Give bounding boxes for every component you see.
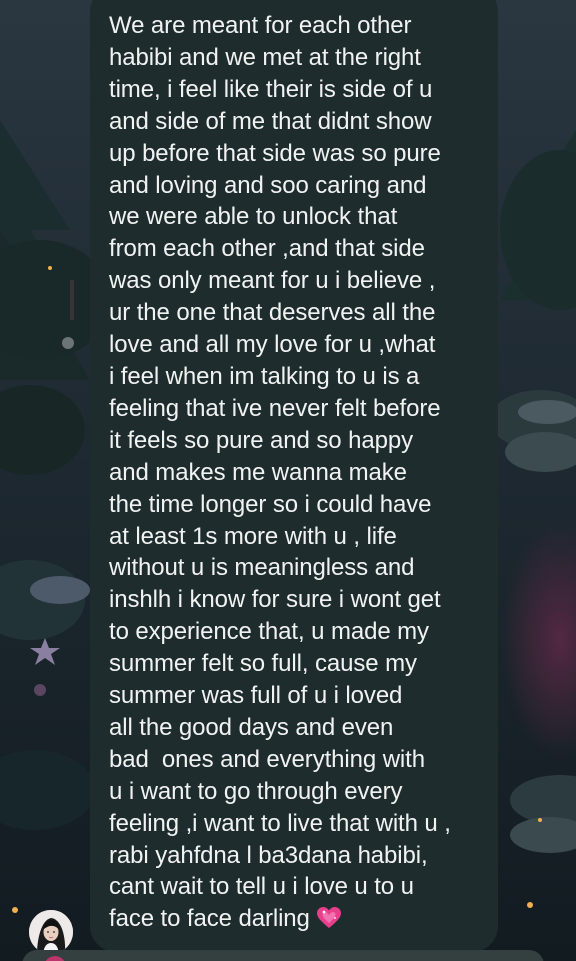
message-line: i feel when im talking to u is a (109, 362, 420, 390)
message-line-last: face to face darling (109, 903, 488, 935)
message-line: rabi yahfdna l ba3dana habibi, (109, 841, 428, 869)
message-line: and side of me that didnt show (109, 107, 432, 135)
message-line: cant wait to tell u i love u to u (109, 873, 414, 901)
message-line: summer was full of u i loved (109, 682, 403, 710)
message-line: it feels so pure and so happy (109, 426, 413, 454)
message-line: feeling that ive never felt before (109, 394, 441, 422)
message-line: love and all my love for u ,what (109, 331, 436, 359)
message-line: we were able to unlock that (109, 203, 398, 231)
message-line: u i want to go through every (109, 777, 403, 805)
message-line: to experience that, u made my (109, 618, 429, 646)
message-line: We are meant for each other (109, 12, 412, 39)
sender-avatar[interactable] (29, 910, 73, 954)
message-line: from each other ,and that side (109, 235, 425, 263)
message-line: inshlh i know for sure i wont get (109, 586, 441, 614)
message-line: and makes me wanna make (109, 458, 407, 486)
message-line: was only meant for u i believe , (109, 267, 436, 295)
message-line: up before that side was so pure (109, 139, 441, 167)
message-line: habibi and we met at the right (109, 43, 421, 71)
message-line: time, i feel like their is side of u (109, 75, 433, 103)
next-message-bubble[interactable] (22, 950, 544, 961)
message-bubble[interactable]: We are meant for each other habibi and w… (90, 0, 498, 952)
message-line: ur the one that deserves all the (109, 299, 436, 327)
message-line: and loving and soo caring and (109, 171, 427, 199)
sparkling-heart-icon (316, 907, 341, 929)
message-line: at least 1s more with u , life (109, 522, 397, 550)
message-line: summer felt so full, cause my (109, 650, 417, 678)
message-line: all the good days and even (109, 713, 394, 741)
message-line: without u is meaningless and (109, 554, 415, 582)
message-line: feeling ,i want to live that with u , (109, 809, 451, 837)
message-line-text: face to face darling (109, 905, 310, 933)
message-line: the time longer so i could have (109, 490, 432, 518)
message-line: bad ones and everything with (109, 745, 425, 773)
profile-photo-icon (29, 910, 73, 954)
